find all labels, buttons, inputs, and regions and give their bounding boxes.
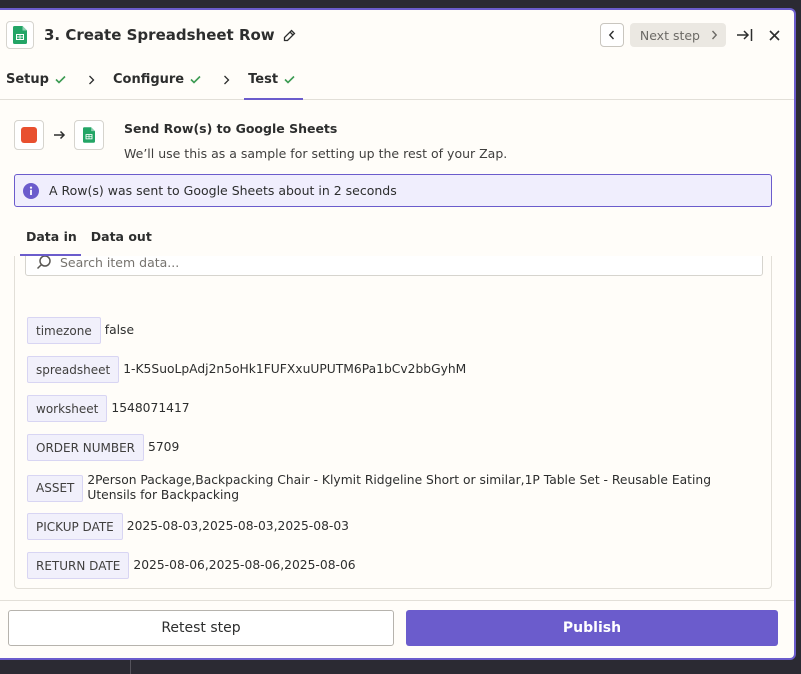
publish-button[interactable]: Publish [406,610,778,646]
retest-step-button[interactable]: Retest step [8,610,394,646]
field-key[interactable]: RETURN DATE [27,552,130,579]
tab-test[interactable]: Test [244,60,303,100]
search-input[interactable] [60,256,660,270]
google-sheets-icon [74,120,104,150]
tab-setup[interactable]: Setup [6,60,66,99]
tab-configure[interactable]: Configure [113,60,201,99]
panel-footer: Retest step Publish [0,600,794,658]
backdrop-divider [130,660,131,674]
list-item: timezone false [27,317,761,344]
list-item: worksheet 1548071417 [27,395,761,422]
test-summary: Send Row(s) to Google Sheets We’ll use t… [0,100,794,161]
next-step-button[interactable]: Next step [629,23,726,47]
chevron-right-icon [711,30,718,40]
check-icon [284,75,295,84]
field-key[interactable]: ORDER NUMBER [27,434,145,461]
search-box [25,256,763,276]
summary-title: Send Row(s) to Google Sheets [124,121,338,136]
tab-data-in[interactable]: Data in [20,223,81,256]
step-title: 3. Create Spreadsheet Row [44,26,275,44]
list-item: PICKUP DATE 2025-08-03,2025-08-03,2025-0… [27,513,761,540]
previous-step-button[interactable] [599,23,624,47]
step-panel: 3. Create Spreadsheet Row Next step Setu… [0,8,796,660]
field-value: 2Person Package,Backpacking Chair - Klym… [87,473,712,502]
field-value: 2025-08-06,2025-08-06,2025-08-06 [133,558,356,572]
summary-subtitle: We’ll use this as a sample for setting u… [124,146,508,161]
chevron-right-icon [88,60,95,99]
panel-header: 3. Create Spreadsheet Row Next step [0,10,794,60]
pencil-icon[interactable] [283,29,296,42]
header-actions: Next step [599,23,786,47]
field-value: 1-K5SuoLpAdj2n5oHk1FUFXxuUPUTM6Pa1bCv2bb… [123,362,467,376]
google-sheets-icon [6,21,34,49]
next-step-label: Next step [639,27,700,43]
close-icon [768,29,780,41]
data-tabs: Data in Data out [20,223,794,256]
chevron-right-icon [223,60,230,99]
search-icon [36,256,51,270]
field-key[interactable]: ASSET [27,474,84,502]
arrow-right-icon [44,120,74,150]
tab-configure-label: Configure [112,72,185,87]
collapse-panel-button[interactable] [732,23,756,47]
field-value: 5709 [148,440,180,454]
list-item: spreadsheet 1-K5SuoLpAdj2n5oHk1FUFXxuUPU… [27,356,761,383]
field-key[interactable]: spreadsheet [27,356,120,383]
tab-setup-label: Setup [6,72,49,87]
arrow-right-bar-icon [736,29,752,41]
field-key[interactable]: timezone [27,317,101,344]
summary-text: Send Row(s) to Google Sheets We’ll use t… [124,120,507,161]
field-value: false [104,323,135,337]
check-icon [190,75,201,84]
close-button[interactable] [762,23,786,47]
check-icon [55,75,66,84]
data-panel: timezone false spreadsheet 1-K5SuoLpAdj2… [14,256,772,589]
list-item: ASSET 2Person Package,Backpacking Chair … [27,473,761,503]
field-list: timezone false spreadsheet 1-K5SuoLpAdj2… [27,317,761,588]
tab-test-label: Test [248,72,279,87]
info-icon [23,182,39,199]
field-key[interactable]: worksheet [27,395,108,422]
step-tabs: Setup Configure Test [0,60,794,100]
field-key[interactable]: PICKUP DATE [27,513,123,540]
info-banner-text: A Row(s) was sent to Google Sheets about… [49,183,397,198]
list-item: RETURN DATE 2025-08-06,2025-08-06,2025-0… [27,552,761,579]
trigger-app-icon [14,120,44,150]
field-value: 2025-08-03,2025-08-03,2025-08-03 [126,519,349,533]
chevron-left-icon [608,30,614,40]
info-banner: A Row(s) was sent to Google Sheets about… [14,174,772,207]
field-value: 1548071417 [111,401,190,415]
list-item: ORDER NUMBER 5709 [27,434,761,461]
tab-data-out[interactable]: Data out [89,223,152,256]
